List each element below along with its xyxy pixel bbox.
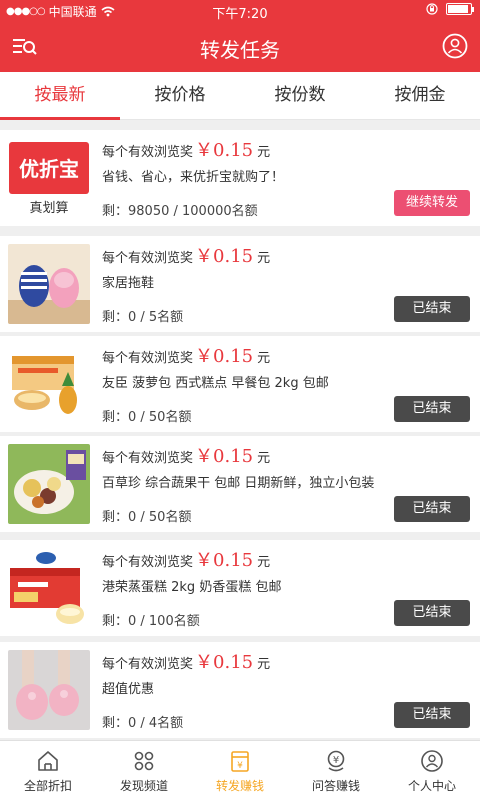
remaining-quota: 剩：0 / 4名额 xyxy=(102,716,184,731)
task-card[interactable]: 每个有效浏览奖 ￥0.15 元 百草珍 综合蔬果干 包邮 日期新鲜，独立小包装 剩：… xyxy=(0,436,480,532)
steamed-cake-photo xyxy=(8,548,90,628)
tab-quantity[interactable]: 按份数 xyxy=(240,72,360,119)
reward-line: 每个有效浏览奖 ￥0.15 元 xyxy=(102,342,270,368)
pineapple-bread-photo xyxy=(8,344,90,424)
remaining-quota: 剩：98050 / 100000名额 xyxy=(102,204,258,219)
reward-line: 每个有效浏览奖 ￥0.15 元 xyxy=(102,546,270,572)
task-card[interactable]: 优折宝 真划算 每个有效浏览奖 ￥0.15 元 省钱、省心，来优折宝就购了！ 剩：9… xyxy=(0,130,480,226)
reward-unit: 元 xyxy=(257,145,271,160)
task-card[interactable]: 每个有效浏览奖 ￥0.15 元 港荣蒸蛋糕 2kg 奶香蛋糕 包邮 剩：0 / 10… xyxy=(0,540,480,636)
nav-label: 全部折扣 xyxy=(23,779,72,793)
battery-icon xyxy=(446,3,474,15)
share-earn-icon: ¥ xyxy=(231,751,249,772)
reward-prefix: 每个有效浏览奖 xyxy=(102,555,194,570)
reward-unit: 元 xyxy=(257,555,271,570)
pink-slippers-photo xyxy=(8,650,90,730)
reward-line: 每个有效浏览奖 ￥0.15 元 xyxy=(102,136,270,162)
status-right xyxy=(426,3,474,15)
remaining-quota: 剩：0 / 50名额 xyxy=(102,510,192,525)
reward-unit: 元 xyxy=(257,451,271,466)
youzhebao-logo: 优折宝 真划算 xyxy=(8,138,90,218)
reward-line: 每个有效浏览奖 ￥0.15 元 xyxy=(102,242,270,268)
reward-price: ￥0.15 xyxy=(195,346,254,367)
reward-unit: 元 xyxy=(257,351,271,366)
task-description: 省钱、省心，来优折宝就购了！ xyxy=(102,170,285,185)
ended-button[interactable]: 已结束 xyxy=(394,600,470,626)
status-time: 下午7:20 xyxy=(212,7,268,22)
reward-unit: 元 xyxy=(257,657,271,672)
reward-price: ￥0.15 xyxy=(195,652,254,673)
reward-price: ￥0.15 xyxy=(195,246,254,267)
nav-label: 个人中心 xyxy=(407,779,456,793)
nav-label: 发现频道 xyxy=(119,779,168,793)
task-description: 家居拖鞋 xyxy=(102,276,155,291)
svg-text:¥: ¥ xyxy=(237,761,243,771)
nav-label: 转发赚钱 xyxy=(215,779,264,793)
nav-profile[interactable]: 个人中心 xyxy=(384,741,480,800)
bottom-nav: 全部折扣 发现频道 ¥ 转发赚钱 ¥ 问答赚钱 个人中心 xyxy=(0,740,480,800)
ended-button[interactable]: 已结束 xyxy=(394,296,470,322)
nav-bar: 转发任务 xyxy=(0,22,480,72)
logo-caption: 真划算 xyxy=(29,201,68,216)
discover-icon xyxy=(134,751,154,771)
reward-line: 每个有效浏览奖 ￥0.15 元 xyxy=(102,442,270,468)
nav-label: 问答赚钱 xyxy=(311,779,360,793)
reward-prefix: 每个有效浏览奖 xyxy=(102,351,194,366)
page-title: 转发任务 xyxy=(200,38,280,62)
reward-line: 每个有效浏览奖 ￥0.15 元 xyxy=(102,648,270,674)
task-description: 超值优惠 xyxy=(102,682,155,697)
task-card[interactable]: 每个有效浏览奖 ￥0.15 元 友臣 菠萝包 西式糕点 早餐包 2kg 包邮 剩：0… xyxy=(0,336,480,432)
rotation-lock-icon xyxy=(426,3,438,15)
ended-button[interactable]: 已结束 xyxy=(394,496,470,522)
reward-prefix: 每个有效浏览奖 xyxy=(102,451,194,466)
nav-all-discounts[interactable]: 全部折扣 xyxy=(0,741,96,800)
remaining-quota: 剩：0 / 5名额 xyxy=(102,310,184,325)
profile-icon xyxy=(421,750,443,772)
user-icon[interactable] xyxy=(442,33,468,59)
ended-button[interactable]: 已结束 xyxy=(394,396,470,422)
reward-prefix: 每个有效浏览奖 xyxy=(102,657,194,672)
task-card[interactable]: 每个有效浏览奖 ￥0.15 元 超值优惠 剩：0 / 4名额 已结束 xyxy=(0,642,480,738)
remaining-quota: 剩：0 / 50名额 xyxy=(102,410,192,425)
reward-price: ￥0.15 xyxy=(195,140,254,161)
reward-prefix: 每个有效浏览奖 xyxy=(102,251,194,266)
reward-price: ￥0.15 xyxy=(195,550,254,571)
tab-newest[interactable]: 按最新 xyxy=(0,72,120,120)
task-description: 港荣蒸蛋糕 2kg 奶香蛋糕 包邮 xyxy=(102,580,282,595)
svg-text:¥: ¥ xyxy=(333,755,339,766)
sort-tabs: 按最新 按价格 按份数 按佣金 xyxy=(0,72,480,120)
nav-qa-earn[interactable]: ¥ 问答赚钱 xyxy=(288,741,384,800)
task-description: 友臣 菠萝包 西式糕点 早餐包 2kg 包邮 xyxy=(102,376,329,391)
logo-text: 优折宝 xyxy=(19,157,79,181)
remaining-quota: 剩：0 / 100名额 xyxy=(102,614,200,629)
task-description: 百草珍 综合蔬果干 包邮 日期新鲜，独立小包装 xyxy=(102,476,375,491)
nav-discover[interactable]: 发现频道 xyxy=(96,741,192,800)
status-bar: ●●●○○ 中国联通 下午7:20 xyxy=(0,0,480,22)
reward-price: ￥0.15 xyxy=(195,446,254,467)
reward-prefix: 每个有效浏览奖 xyxy=(102,145,194,160)
ended-button[interactable]: 已结束 xyxy=(394,702,470,728)
task-card[interactable]: 每个有效浏览奖 ￥0.15 元 家居拖鞋 剩：0 / 5名额 已结束 xyxy=(0,236,480,332)
qa-icon: ¥ xyxy=(327,750,345,772)
continue-share-button[interactable]: 继续转发 xyxy=(394,190,470,216)
dried-fruit-photo xyxy=(8,444,90,524)
home-icon xyxy=(38,751,58,771)
slippers-photo xyxy=(8,244,90,324)
reward-unit: 元 xyxy=(257,251,271,266)
tab-commission[interactable]: 按佣金 xyxy=(360,72,480,119)
nav-share-earn[interactable]: ¥ 转发赚钱 xyxy=(192,741,288,800)
tab-price[interactable]: 按价格 xyxy=(120,72,240,119)
